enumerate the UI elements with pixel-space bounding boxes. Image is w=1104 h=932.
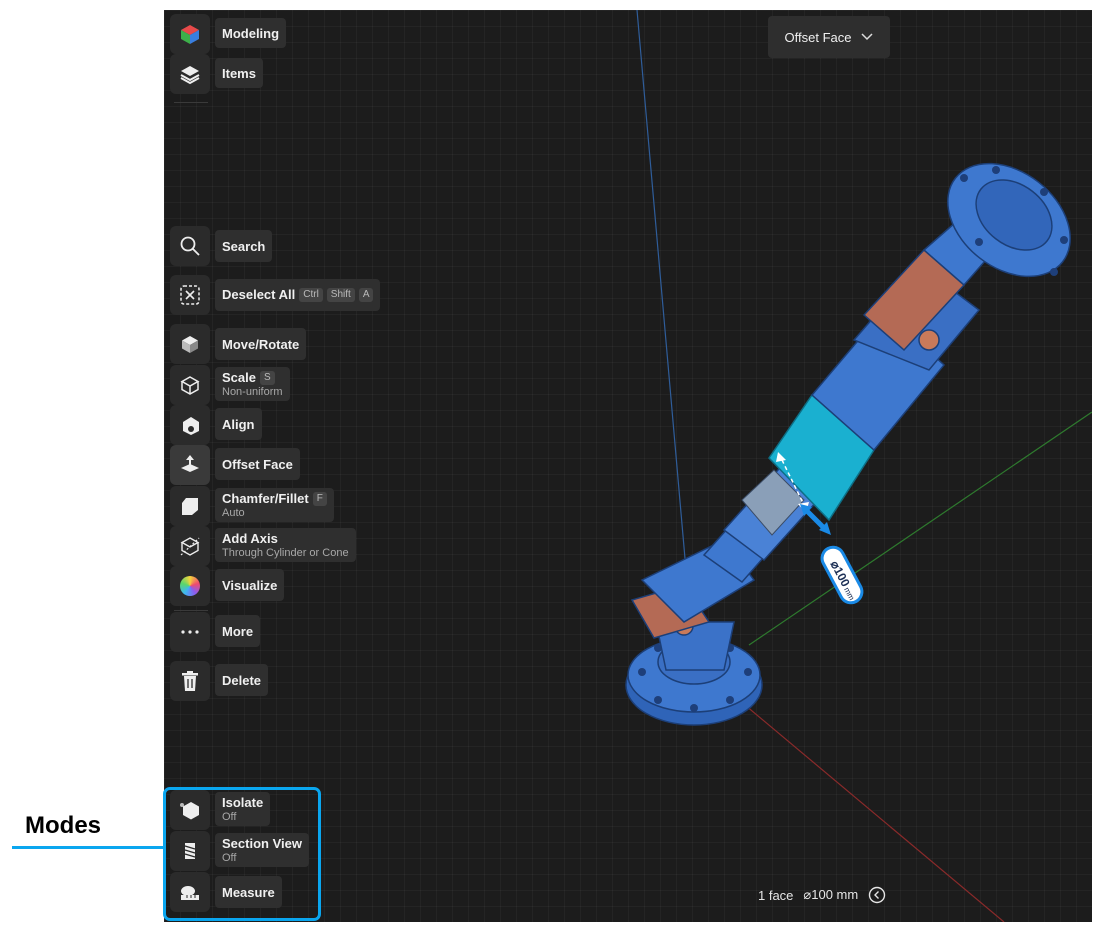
trash-icon: [182, 671, 198, 691]
deselect-all-text: Deselect All: [222, 287, 296, 302]
delete-label[interactable]: Delete: [215, 664, 269, 696]
3d-viewport[interactable]: ⌀100 mm Offset Face Modeling Items Searc…: [164, 10, 1092, 922]
add-axis-mode: Through Cylinder or Cone: [222, 547, 349, 559]
visualize-label[interactable]: Visualize: [215, 569, 285, 601]
align-icon: [183, 417, 199, 435]
search-icon: [180, 236, 200, 256]
modes-highlight-box: [163, 787, 321, 921]
chamfer-fillet-icon: [182, 498, 198, 515]
operation-dropdown-label: Offset Face: [784, 29, 852, 45]
selection-diameter: ⌀100 mm: [803, 887, 859, 902]
modeling-button[interactable]: [170, 14, 210, 54]
more-label[interactable]: More: [215, 615, 261, 647]
visualize-button[interactable]: [170, 566, 210, 606]
scale-button[interactable]: [170, 365, 210, 405]
shortcut-key: Shift: [326, 288, 355, 302]
items-button[interactable]: [170, 54, 210, 94]
more-icon: [181, 630, 199, 634]
scale-icon: [180, 376, 200, 395]
more-button[interactable]: [170, 612, 210, 652]
chamfer-fillet-text: Chamfer/Fillet: [222, 491, 309, 506]
shaft-assembly: [625, 162, 1071, 726]
offset-face-button[interactable]: [170, 445, 210, 485]
align-button[interactable]: [170, 405, 210, 445]
chamfer-fillet-mode: Auto: [222, 507, 245, 519]
scale-text: Scale: [222, 370, 256, 385]
offset-face-icon: [181, 455, 199, 472]
modes-annotation-title: Modes: [25, 812, 102, 839]
dimension-label: ⌀100 mm: [820, 545, 864, 605]
selection-count: 1 face: [758, 887, 794, 903]
scene: ⌀100 mm: [625, 10, 1092, 922]
search-label[interactable]: Search: [215, 230, 273, 262]
modeling-label[interactable]: Modeling: [215, 18, 287, 48]
items-label[interactable]: Items: [215, 58, 263, 88]
chamfer-fillet-label[interactable]: Chamfer/Fillet F Auto: [215, 488, 334, 522]
visualize-icon: [180, 576, 200, 596]
modes-annotation-line: [12, 846, 164, 849]
z-axis-line: [636, 10, 687, 571]
shortcut-key: A: [358, 288, 374, 302]
modeling-cube-icon: [181, 25, 199, 44]
layers-icon: [180, 66, 200, 85]
scale-mode: Non-uniform: [222, 386, 283, 398]
shortcut-key: F: [312, 492, 327, 506]
deselect-icon: [180, 285, 200, 305]
deselect-all-label[interactable]: Deselect All Ctrl Shift A: [215, 279, 381, 311]
add-axis-label[interactable]: Add Axis Through Cylinder or Cone: [215, 528, 356, 562]
selection-status: 1 face ⌀100 mm: [758, 886, 886, 904]
add-axis-text: Add Axis: [222, 531, 278, 546]
align-label[interactable]: Align: [215, 408, 262, 440]
offset-face-label[interactable]: Offset Face: [215, 448, 300, 480]
deselect-all-button[interactable]: [170, 275, 210, 315]
shortcut-key: Ctrl: [299, 288, 323, 302]
chevron-down-icon: [861, 33, 874, 41]
move-rotate-button[interactable]: [170, 324, 210, 364]
shortcut-key: S: [259, 371, 275, 385]
chevron-left-circle-icon[interactable]: [868, 886, 886, 904]
operation-dropdown[interactable]: Offset Face: [768, 16, 890, 58]
chamfer-fillet-button[interactable]: [170, 486, 210, 526]
scale-label[interactable]: Scale S Non-uniform: [215, 367, 290, 401]
move-rotate-icon: [182, 336, 198, 353]
toolbar-divider: [174, 610, 208, 611]
move-rotate-label[interactable]: Move/Rotate: [215, 328, 307, 360]
add-axis-icon: [180, 537, 200, 556]
add-axis-button[interactable]: [170, 526, 210, 566]
delete-button[interactable]: [170, 661, 210, 701]
toolbar-divider: [174, 102, 208, 103]
search-button[interactable]: [170, 226, 210, 266]
